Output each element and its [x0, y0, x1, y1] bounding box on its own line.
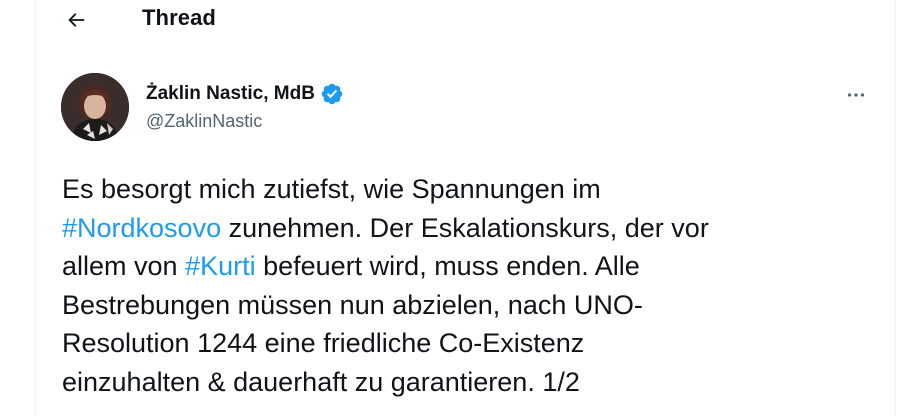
- hashtag-link[interactable]: #Kurti: [185, 251, 256, 281]
- tweet-text-line: Resolution 1244 eine friedliche Co-Exist…: [62, 328, 585, 358]
- back-button[interactable]: [58, 2, 94, 38]
- tweet-text-line: Bestrebungen müssen nun abzielen, nach U…: [62, 289, 643, 320]
- hashtag-link[interactable]: #Nordkosovo: [62, 213, 221, 243]
- thread-header: Thread: [36, 0, 895, 44]
- tweet-text-fragment: zunehmen. Der Eskalationskurs, der vor: [221, 212, 709, 243]
- tweet-text-line: Es besorgt mich zutiefst, wie Spannungen…: [62, 174, 601, 204]
- more-options-button[interactable]: [836, 80, 876, 110]
- page-title: Thread: [142, 5, 216, 30]
- avatar[interactable]: [61, 73, 129, 141]
- user-avatar: [61, 73, 129, 141]
- verified-badge-icon: [320, 82, 344, 106]
- arrow-left-icon: [68, 13, 85, 27]
- more-horizontal-icon: [847, 93, 865, 97]
- tweet-text-line: allem von #Kurti befeuert wird, muss end…: [62, 247, 882, 286]
- column-border-right: [895, 0, 896, 416]
- thread-view: Thread Żaklin Nastic, MdB @ZaklinNastic: [0, 0, 900, 416]
- tweet-text-fragment: allem von: [62, 251, 186, 281]
- author-name-row[interactable]: Żaklin Nastic, MdB: [146, 81, 344, 107]
- author-handle[interactable]: @ZaklinNastic: [146, 111, 262, 132]
- tweet-text-line: einzuhalten & dauerhaft zu garantieren. …: [62, 366, 580, 397]
- tweet-text: Es besorgt mich zutiefst, wie Spannungen…: [62, 170, 882, 401]
- tweet-text-fragment: befeuert wird, muss enden. Alle: [255, 251, 640, 281]
- author-name[interactable]: Żaklin Nastic, MdB: [146, 83, 315, 105]
- tweet-text-line: #Nordkosovo zunehmen. Der Eskalationskur…: [62, 209, 882, 248]
- column-border-left: [35, 0, 36, 416]
